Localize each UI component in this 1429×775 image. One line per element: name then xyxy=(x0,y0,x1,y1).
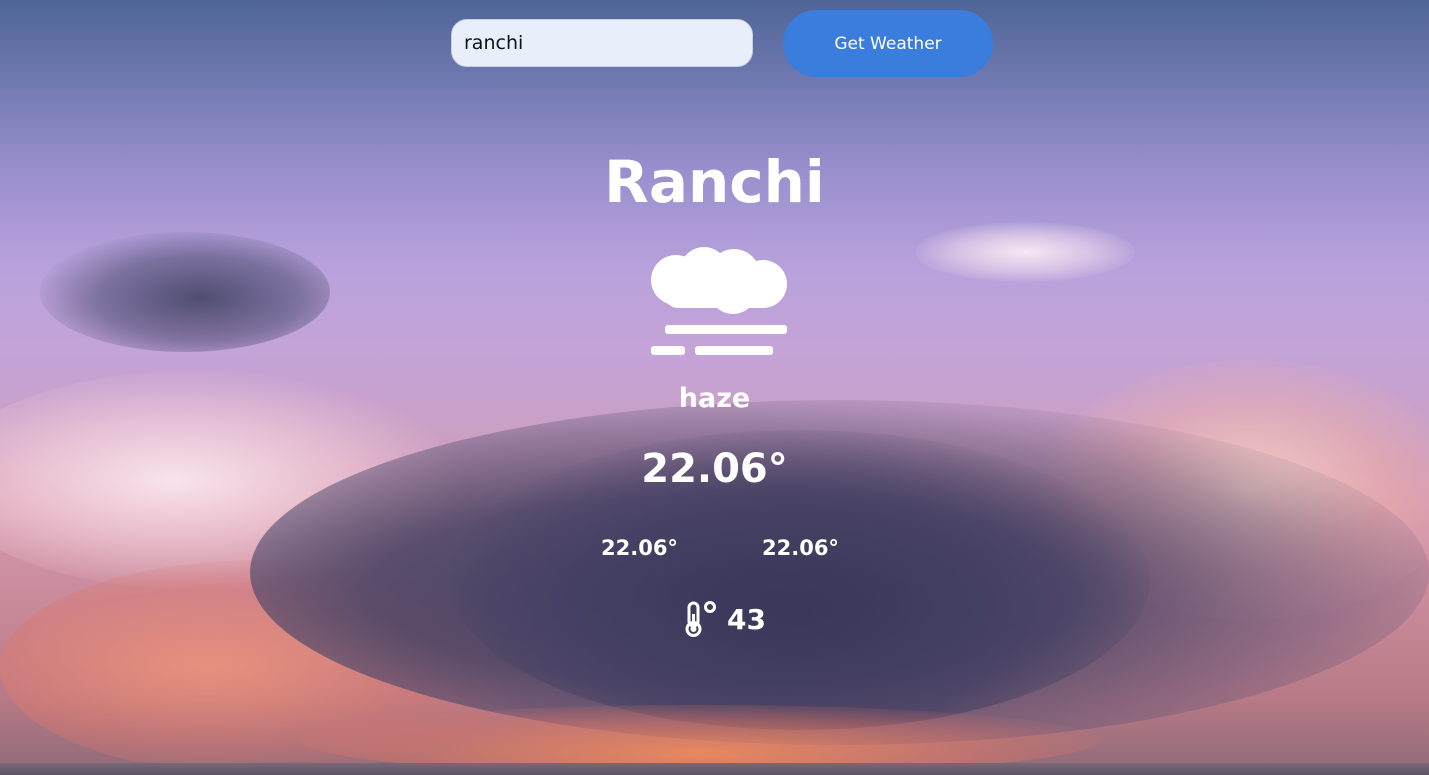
background-sea xyxy=(0,763,1429,775)
humidity-row: 43 xyxy=(683,599,766,639)
city-name: Ranchi xyxy=(604,148,825,216)
city-search-input[interactable] xyxy=(451,19,753,67)
haze-icon xyxy=(651,247,787,355)
weather-condition: haze xyxy=(678,383,751,414)
background-light-cloud xyxy=(915,222,1135,282)
thermometer-icon xyxy=(685,601,716,637)
current-temperature: 22.06° xyxy=(641,446,788,492)
humidity-value: 43 xyxy=(727,602,766,636)
get-weather-label: Get Weather xyxy=(834,33,942,54)
min-temperature: 22.06° xyxy=(601,536,678,560)
weather-app: Get Weather Ranchi haze 22.06° 22.06° 22… xyxy=(0,0,1429,775)
get-weather-button[interactable]: Get Weather xyxy=(783,10,993,77)
background-dark-cloud xyxy=(40,232,330,352)
background-horizon-glow xyxy=(300,705,1100,775)
max-temperature: 22.06° xyxy=(762,536,839,560)
background-sunset-glow xyxy=(0,560,520,775)
